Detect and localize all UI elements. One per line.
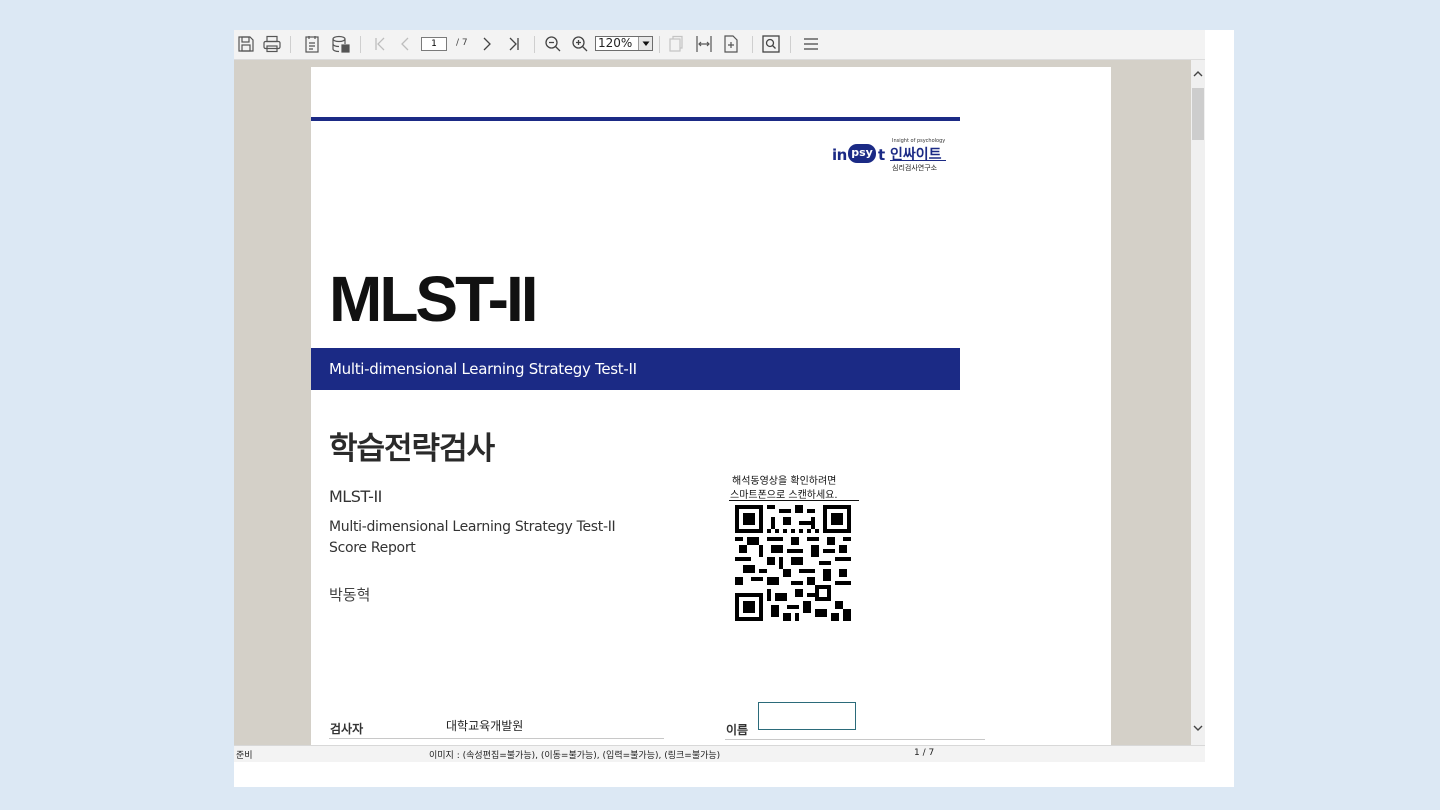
next-page-icon[interactable] bbox=[478, 34, 496, 54]
band-text: Multi-dimensional Learning Strategy Test… bbox=[329, 360, 637, 378]
first-page-icon[interactable] bbox=[370, 34, 390, 54]
zoom-value: 120% bbox=[598, 36, 633, 50]
menu-icon[interactable] bbox=[801, 34, 821, 54]
page-number-input[interactable] bbox=[421, 37, 447, 51]
last-page-icon[interactable] bbox=[504, 34, 524, 54]
zoom-out-icon[interactable] bbox=[542, 34, 564, 54]
toolbar-separator bbox=[752, 36, 753, 53]
report-viewer-window: / 7 120% bbox=[234, 30, 1234, 787]
document-viewport[interactable]: in psy t Insight of psychology 인싸이트 심리검사… bbox=[234, 60, 1191, 745]
name-field[interactable] bbox=[758, 702, 856, 730]
toolbar: / 7 120% bbox=[234, 30, 1205, 60]
toolbar-separator bbox=[290, 36, 291, 53]
examiner-label: 검사자 bbox=[330, 722, 364, 736]
find-icon[interactable] bbox=[760, 34, 782, 54]
qr-caption-line-2: 스마트폰으로 스캔하세요. bbox=[730, 490, 838, 501]
korean-title: 학습전략검사 bbox=[329, 431, 495, 467]
test-full-name: Multi-dimensional Learning Strategy Test… bbox=[329, 519, 616, 535]
copy-page-icon[interactable] bbox=[666, 34, 686, 54]
toolbar-separator bbox=[534, 36, 535, 53]
page-total: / 7 bbox=[456, 38, 468, 48]
header-rule bbox=[311, 117, 960, 121]
qr-code bbox=[735, 505, 851, 621]
report-title: MLST-II bbox=[329, 263, 539, 335]
save-icon[interactable] bbox=[236, 34, 256, 54]
zoom-select[interactable]: 120% bbox=[595, 36, 653, 51]
fit-width-icon[interactable] bbox=[694, 34, 714, 54]
previous-page-icon[interactable] bbox=[396, 34, 414, 54]
print-icon[interactable] bbox=[261, 34, 283, 54]
fit-page-icon[interactable] bbox=[721, 34, 741, 54]
status-page: 1 / 7 bbox=[914, 748, 935, 758]
test-abbreviation: MLST-II bbox=[329, 487, 382, 506]
chevron-down-icon[interactable] bbox=[1191, 721, 1205, 735]
person-name: 박동혁 bbox=[329, 586, 371, 604]
chevron-up-icon[interactable] bbox=[1191, 66, 1205, 80]
toolbar-separator bbox=[659, 36, 660, 53]
report-type: Score Report bbox=[329, 540, 416, 556]
status-bar: 준비 이미지 : (속성편집=불가능), (이동=불가능), (입력=불가능),… bbox=[234, 745, 1205, 762]
inpsyt-logo: in psy t Insight of psychology 인싸이트 심리검사… bbox=[832, 138, 946, 172]
name-label: 이름 bbox=[726, 723, 749, 737]
toolbar-separator bbox=[790, 36, 791, 53]
chevron-down-icon[interactable] bbox=[638, 37, 652, 50]
toolbar-separator bbox=[360, 36, 361, 53]
scrollbar-thumb[interactable] bbox=[1192, 88, 1204, 140]
status-ready: 준비 bbox=[236, 751, 253, 761]
document-properties-icon[interactable] bbox=[302, 34, 322, 54]
status-info: 이미지 : (속성편집=불가능), (이동=불가능), (입력=불가능), (링… bbox=[429, 751, 721, 761]
report-page bbox=[311, 67, 1111, 745]
title-band: Multi-dimensional Learning Strategy Test… bbox=[311, 348, 960, 390]
qr-caption-line-1: 해석동영상을 확인하려면 bbox=[732, 476, 837, 487]
examiner-value: 대학교육개발원 bbox=[446, 719, 524, 733]
zoom-in-icon[interactable] bbox=[569, 34, 591, 54]
database-export-icon[interactable] bbox=[330, 34, 352, 54]
vertical-scrollbar[interactable] bbox=[1191, 60, 1205, 745]
